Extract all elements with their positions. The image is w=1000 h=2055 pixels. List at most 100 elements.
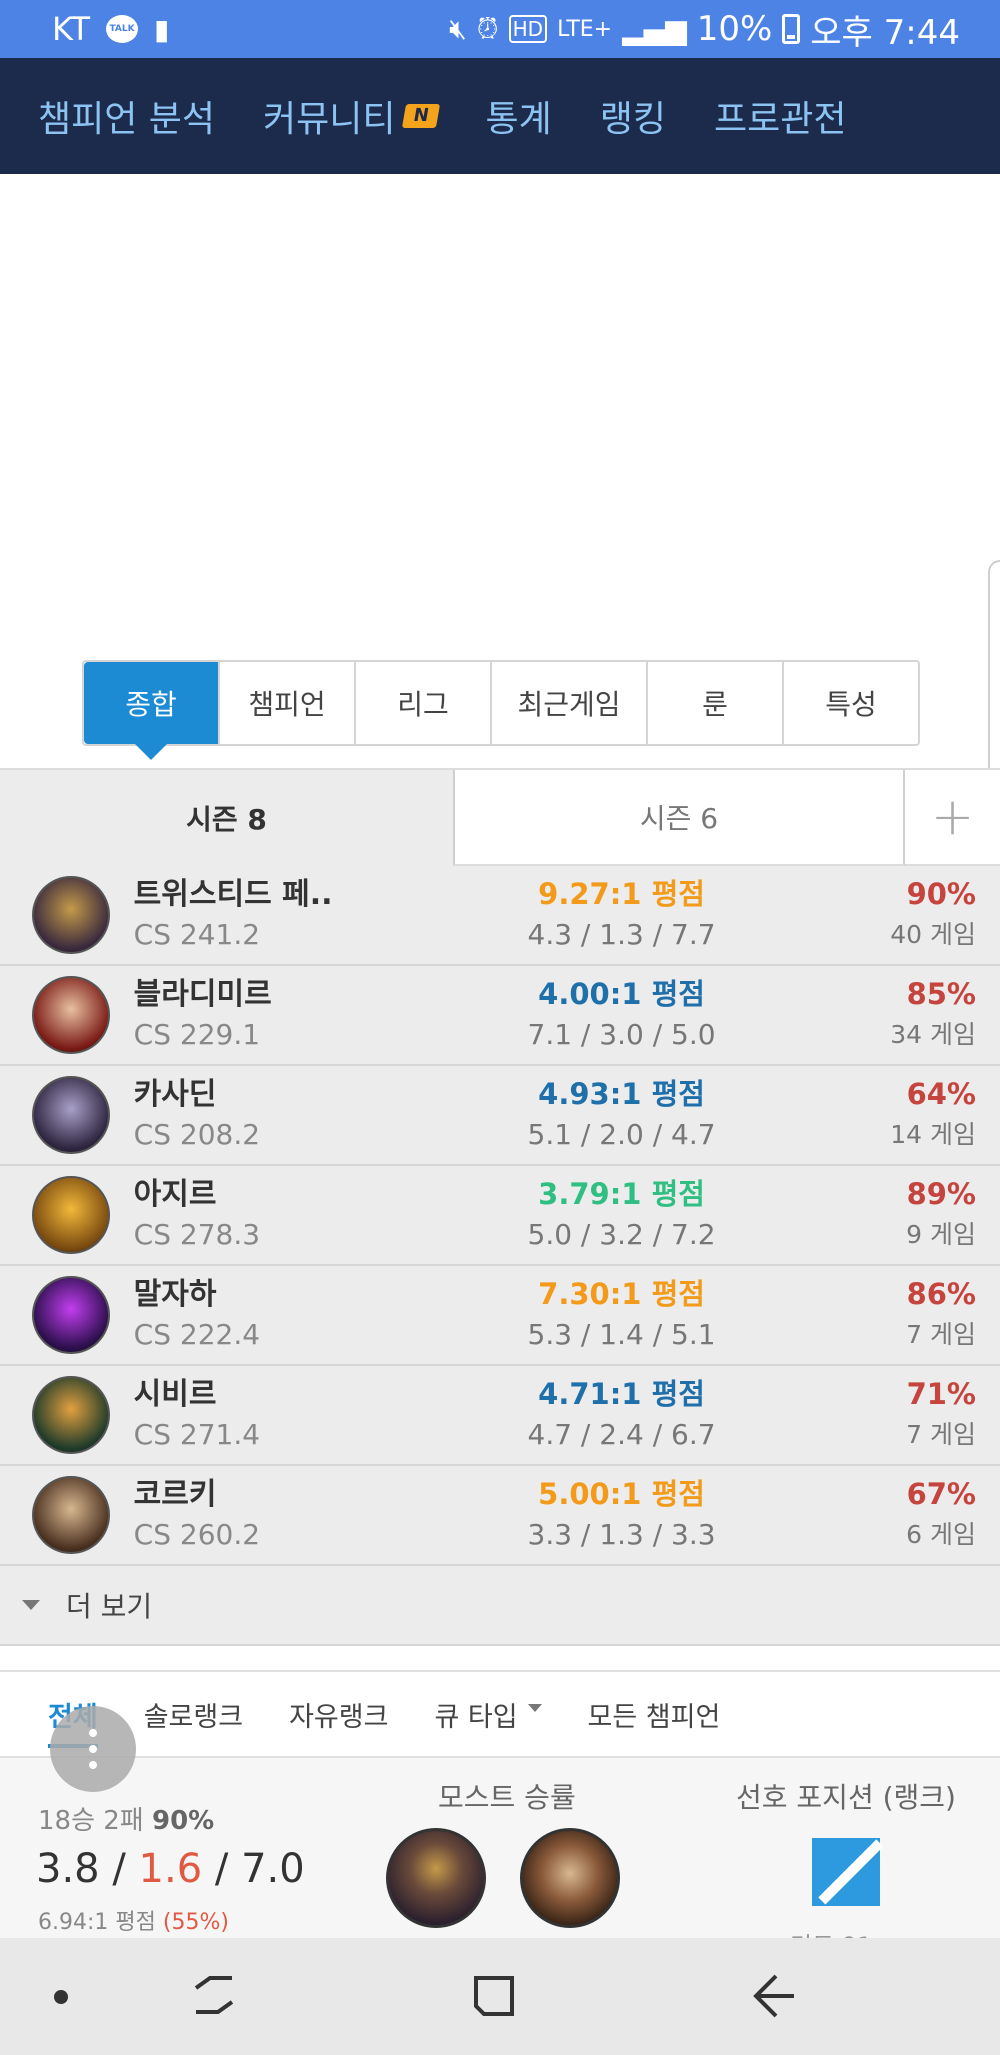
nav-label: 통계 (485, 99, 552, 140)
queue-tab-flex[interactable]: 자유랭크 (289, 1695, 388, 1734)
tab-league[interactable]: 리그 (356, 662, 492, 744)
champion-avatar (32, 1476, 110, 1554)
winrate-block: 64% 14 게임 (771, 1074, 1000, 1156)
nav-statistics[interactable]: 통계 (486, 90, 552, 142)
system-nav-bar (0, 1938, 1000, 2055)
recent-apps-icon[interactable] (190, 1968, 238, 2024)
back-icon[interactable] (750, 1968, 798, 2024)
dot (89, 1761, 97, 1769)
summary-panel: 18승 2패 90% 3.8 / 1.6 / 7.0 6.94:1 평점 (55… (0, 1758, 1000, 1960)
games-played: 14 게임 (890, 1120, 976, 1149)
hd-icon: HD (508, 15, 548, 43)
champion-row[interactable]: 블라디미르 CS 229.1 4.00:1 평점 7.1 / 3.0 / 5.0 85%… (0, 966, 1000, 1066)
floating-menu-button[interactable] (50, 1706, 136, 1792)
mid-lane-icon (812, 1838, 880, 1906)
queue-type-label: 큐 타입 (434, 1701, 518, 1733)
kda-block: 4.71:1 평점 4.7 / 2.4 / 6.7 (472, 1374, 771, 1456)
record-text: 18승 2패 (38, 1806, 144, 1836)
champion-info: 카사딘 CS 208.2 (134, 1075, 473, 1155)
winrate-block: 71% 7 게임 (771, 1374, 1000, 1456)
nav-pro-spectate[interactable]: 프로관전 (714, 90, 846, 142)
champion-row[interactable]: 트위스티드 페.. CS 241.2 9.27:1 평점 4.3 / 1.3 / 7.… (0, 866, 1000, 966)
caret-down-icon (22, 1600, 40, 1610)
status-bar: KT TALK ▮ 🔇︎ ⏰︎ HD LTE+ ▂▄▆ 10% 오후 7:44 (0, 0, 1000, 58)
champion-info: 아지르 CS 278.3 (134, 1175, 473, 1255)
kda-block: 3.79:1 평점 5.0 / 3.2 / 7.2 (472, 1174, 771, 1256)
champion-name: 코르키 (133, 1477, 217, 1512)
nav-champion-analysis[interactable]: 챔피언 분석 (38, 90, 215, 142)
kda-block: 7.30:1 평점 5.3 / 1.4 / 5.1 (472, 1274, 771, 1356)
champion-row[interactable]: 카사딘 CS 208.2 4.93:1 평점 5.1 / 2.0 / 4.7 64% 14… (0, 1066, 1000, 1166)
games-played: 40 게임 (890, 920, 976, 949)
winrate: 64% (906, 1077, 976, 1111)
champion-row[interactable]: 아지르 CS 278.3 3.79:1 평점 5.0 / 3.2 / 7.2 89% 9 … (0, 1166, 1000, 1266)
champion-row[interactable]: 말자하 CS 222.4 7.30:1 평점 5.3 / 1.4 / 5.1 86% 7 … (0, 1266, 1000, 1366)
kda-detail: 5.1 / 2.0 / 4.7 (527, 1118, 716, 1151)
record-pct: 90% (152, 1806, 215, 1836)
kda-block: 5.00:1 평점 3.3 / 1.3 / 3.3 (472, 1474, 771, 1556)
kda-ratio: 4.71:1 평점 (538, 1377, 705, 1411)
kill-participation: (55%) (162, 1910, 229, 1935)
nav-label: 프로관전 (714, 99, 847, 140)
tab-recent-games[interactable]: 최근게임 (492, 662, 649, 744)
winrate: 86% (906, 1277, 976, 1311)
kda-ratio: 5.00:1 평점 (538, 1477, 705, 1511)
kda-block: 9.27:1 평점 4.3 / 1.3 / 7.7 (472, 874, 771, 956)
nav-dot-icon[interactable] (54, 1990, 68, 2004)
kda-block: 4.00:1 평점 7.1 / 3.0 / 5.0 (472, 974, 771, 1056)
champion-info: 말자하 CS 222.4 (134, 1275, 473, 1355)
top-nav: 챔피언 분석 커뮤니티 N 통계 랭킹 프로관전 (0, 58, 1000, 174)
signal-icon: ▂▄▆ (622, 12, 687, 46)
champion-cs: CS 278.3 (133, 1218, 261, 1251)
season-selector: 시즌 8 시즌 6 + (0, 768, 1000, 866)
most-champion-avatar-2[interactable] (520, 1828, 620, 1928)
kda-ratio: 3.79:1 평점 (538, 1177, 705, 1211)
tab-champion[interactable]: 챔피언 (220, 662, 356, 744)
games-played: 9 게임 (906, 1220, 976, 1249)
games-played: 34 게임 (890, 1020, 976, 1049)
ad-banner-area (0, 174, 1000, 654)
winrate-block: 67% 6 게임 (771, 1474, 1000, 1556)
champion-row[interactable]: 코르키 CS 260.2 5.00:1 평점 3.3 / 1.3 / 3.3 67% 6 … (0, 1466, 1000, 1566)
champion-avatar (32, 1276, 110, 1354)
queue-tab-all-champions[interactable]: 모든 챔피언 (588, 1695, 721, 1734)
queue-tab-solo[interactable]: 솔로랭크 (144, 1695, 243, 1734)
champion-cs: CS 208.2 (133, 1118, 261, 1151)
avg-assists: 7.0 (241, 1846, 305, 1892)
nav-community[interactable]: 커뮤니티 N (263, 90, 440, 142)
kda-ratio-line: 6.94:1 평점 (55%) (38, 1904, 229, 1936)
queue-tabs: 전체 솔로랭크 자유랭크 큐 타입 모든 챔피언 (0, 1672, 1000, 1758)
alert-icon: ▮ (154, 12, 170, 46)
champion-name: 트위스티드 페.. (133, 877, 333, 912)
nav-ranking[interactable]: 랭킹 (600, 90, 666, 142)
season-8-tab[interactable]: 시즌 8 (0, 770, 453, 866)
mute-icon: 🔇︎ (449, 12, 467, 45)
champion-cs: CS 229.1 (133, 1018, 261, 1051)
kda-detail: 4.7 / 2.4 / 6.7 (527, 1418, 716, 1451)
season-6-tab[interactable]: 시즌 6 (453, 770, 905, 866)
queue-type-dropdown[interactable]: 큐 타입 (434, 1695, 542, 1734)
tab-masteries[interactable]: 특성 (784, 662, 918, 744)
alarm-icon: ⏰︎ (476, 12, 499, 45)
profile-tabs: 종합 챔피언 리그 최근게임 룬 특성 (82, 660, 920, 760)
tab-summary[interactable]: 종합 (84, 662, 220, 760)
tab-runes[interactable]: 룬 (648, 662, 785, 744)
champion-info: 시비르 CS 271.4 (134, 1375, 473, 1455)
winrate: 71% (906, 1377, 976, 1411)
champion-name: 카사딘 (133, 1077, 217, 1112)
winrate: 90% (906, 877, 976, 911)
kda-ratio: 9.27:1 평점 (538, 877, 705, 911)
kda-ratio-text: 6.94:1 평점 (38, 1910, 156, 1935)
champion-cs: CS 241.2 (133, 918, 261, 951)
games-played: 7 게임 (906, 1420, 976, 1449)
kda-ratio: 4.93:1 평점 (538, 1077, 705, 1111)
show-more-button[interactable]: 더 보기 (0, 1566, 1000, 1646)
champion-row[interactable]: 시비르 CS 271.4 4.71:1 평점 4.7 / 2.4 / 6.7 71% 7 … (0, 1366, 1000, 1466)
champion-cs: CS 271.4 (133, 1418, 261, 1451)
games-played: 6 게임 (906, 1520, 976, 1549)
caret-down-icon (527, 1703, 542, 1712)
most-champion-avatar-1[interactable] (386, 1828, 486, 1928)
home-icon[interactable] (470, 1968, 518, 2024)
nav-label: 커뮤니티 (263, 99, 396, 140)
add-season-button[interactable]: + (905, 770, 1000, 866)
